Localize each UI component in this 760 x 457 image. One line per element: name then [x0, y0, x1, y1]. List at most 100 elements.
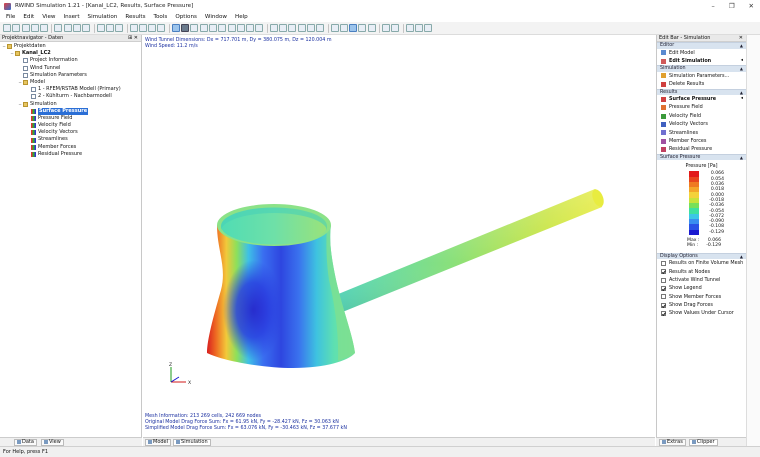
- close-button[interactable]: ✕: [749, 0, 754, 12]
- expand-toggle-icon[interactable]: −: [10, 50, 14, 57]
- toolbar-button-icon[interactable]: [339, 24, 348, 32]
- toolbar-button-icon[interactable]: [288, 24, 297, 32]
- toolbar-button-icon[interactable]: [269, 24, 278, 32]
- toolbar-button-icon[interactable]: [82, 24, 91, 32]
- tab-view[interactable]: View: [40, 438, 64, 446]
- display-option[interactable]: Activate Wind Tunnel: [657, 276, 746, 284]
- toolbar-button-icon[interactable]: [405, 24, 414, 32]
- display-option[interactable]: Results at Nodes: [657, 268, 746, 276]
- toolbar-button-icon[interactable]: [115, 24, 124, 32]
- tree-node[interactable]: − Simulation: [0, 101, 141, 108]
- menu-results[interactable]: Results: [121, 12, 149, 22]
- toolbar-button-icon[interactable]: [30, 24, 39, 32]
- toolbar-button-icon[interactable]: [391, 24, 400, 32]
- delete-results-button[interactable]: Delete Results: [657, 80, 746, 88]
- toolbar-button-icon[interactable]: [358, 24, 367, 32]
- toolbar-button-icon[interactable]: [63, 24, 72, 32]
- toolbar-button-icon[interactable]: [279, 24, 288, 32]
- toolbar-button-icon[interactable]: [381, 24, 390, 32]
- tree-node[interactable]: Wind Tunnel: [0, 65, 141, 72]
- tree-node[interactable]: Simulation Parameters: [0, 72, 141, 79]
- tree-node[interactable]: Residual Pressure: [0, 151, 141, 158]
- menu-tools[interactable]: Tools: [150, 12, 172, 22]
- maximize-button[interactable]: ❐: [729, 0, 735, 12]
- pressure-model-render[interactable]: Z X: [143, 35, 655, 437]
- menu-insert[interactable]: Insert: [60, 12, 84, 22]
- toolbar-button-icon[interactable]: [208, 24, 217, 32]
- tree-node[interactable]: − Kanal_LC2: [0, 50, 141, 57]
- display-option[interactable]: Show Drag Forces: [657, 301, 746, 309]
- tree-node[interactable]: − Model: [0, 79, 141, 86]
- checkbox[interactable]: [661, 286, 666, 291]
- toolbar-button-icon[interactable]: [199, 24, 208, 32]
- results-item[interactable]: Velocity Vectors: [657, 120, 746, 128]
- checkbox[interactable]: [661, 277, 666, 283]
- display-option[interactable]: Results on Finite Volume Mesh: [657, 259, 746, 267]
- menu-options[interactable]: Options: [171, 12, 201, 22]
- toolbar-button-icon[interactable]: [424, 24, 433, 32]
- display-option[interactable]: Show Legend: [657, 284, 746, 292]
- tree-node[interactable]: 1 - RFEM/RSTAB Modell (Primary): [0, 86, 141, 93]
- toolbar-button-icon[interactable]: [297, 24, 306, 32]
- checkbox[interactable]: [661, 260, 666, 266]
- menu-window[interactable]: Window: [201, 12, 231, 22]
- toolbar-button-icon[interactable]: [12, 24, 21, 32]
- tab-extras[interactable]: Extras: [659, 438, 686, 446]
- toolbar-button-icon[interactable]: [227, 24, 236, 32]
- tree-node[interactable]: Velocity Vectors: [0, 129, 141, 136]
- results-item[interactable]: Residual Pressure: [657, 145, 746, 153]
- toolbar-button-icon[interactable]: [21, 24, 30, 32]
- toolbar-button-icon[interactable]: [414, 24, 423, 32]
- expand-toggle-icon[interactable]: −: [2, 43, 6, 50]
- menu-help[interactable]: Help: [231, 12, 252, 22]
- toolbar-button-icon[interactable]: [148, 24, 157, 32]
- tab-clipper[interactable]: Clipper: [688, 438, 718, 446]
- expand-toggle-icon[interactable]: −: [18, 79, 22, 86]
- toolbar-button-icon[interactable]: [157, 24, 166, 32]
- tab-data[interactable]: Data: [14, 438, 37, 446]
- checkbox[interactable]: [661, 294, 666, 300]
- toolbar-button-icon[interactable]: [236, 24, 245, 32]
- toolbar-button-icon[interactable]: [218, 24, 227, 32]
- edit-model-button[interactable]: Edit Model: [657, 49, 746, 57]
- editbar-pin-icon[interactable]: ✕: [739, 35, 743, 42]
- results-item[interactable]: Velocity Field: [657, 112, 746, 120]
- expand-toggle-icon[interactable]: −: [18, 101, 22, 108]
- toolbar-button-icon[interactable]: [3, 24, 11, 32]
- pin-close-icon[interactable]: ⊞ ✕: [128, 35, 138, 42]
- results-item[interactable]: Pressure Field: [657, 103, 746, 111]
- toolbar-button-icon[interactable]: [246, 24, 255, 32]
- tree-node[interactable]: Member Forces: [0, 144, 141, 151]
- tree-node[interactable]: Project Information: [0, 57, 141, 64]
- results-item[interactable]: Streamlines: [657, 129, 746, 137]
- toolbar-button-icon[interactable]: [306, 24, 315, 32]
- checkbox[interactable]: [661, 311, 666, 317]
- toolbar-button-icon[interactable]: [129, 24, 138, 32]
- edit-simulation-button[interactable]: Edit Simulation ◂: [657, 57, 746, 65]
- results-item[interactable]: Surface Pressure ◂: [657, 95, 746, 103]
- tab-model[interactable]: Model: [145, 438, 172, 446]
- results-item[interactable]: Member Forces: [657, 137, 746, 145]
- tree-node[interactable]: Streamlines: [0, 136, 141, 143]
- display-option[interactable]: Show Member Forces: [657, 293, 746, 301]
- checkbox[interactable]: [661, 269, 666, 275]
- display-option[interactable]: Show Values Under Cursor: [657, 309, 746, 317]
- section-surface-pressure[interactable]: Surface Pressure ▲: [657, 153, 746, 161]
- toolbar-button-icon[interactable]: [255, 24, 264, 32]
- simulation-parameters-button[interactable]: Simulation Parameters...: [657, 72, 746, 80]
- tree-node[interactable]: 2 - Kühlturm - Nachbarmodell: [0, 93, 141, 100]
- toolbar-button-icon[interactable]: [367, 24, 376, 32]
- checkbox[interactable]: [661, 302, 666, 308]
- toolbar-button-icon[interactable]: [138, 24, 147, 32]
- toolbar-button-icon[interactable]: [190, 24, 199, 32]
- tree-node[interactable]: Surface Pressure: [0, 107, 141, 115]
- toolbar-button-icon[interactable]: [181, 24, 190, 32]
- tree-node[interactable]: Velocity Field: [0, 122, 141, 129]
- toolbar-button-icon[interactable]: [105, 24, 114, 32]
- toolbar-button-icon[interactable]: [349, 24, 358, 32]
- toolbar-button-icon[interactable]: [96, 24, 105, 32]
- menu-simulation[interactable]: Simulation: [84, 12, 122, 22]
- menu-file[interactable]: File: [0, 12, 19, 22]
- tree-node[interactable]: − Projektdaten: [0, 43, 141, 50]
- toolbar-button-icon[interactable]: [171, 24, 180, 32]
